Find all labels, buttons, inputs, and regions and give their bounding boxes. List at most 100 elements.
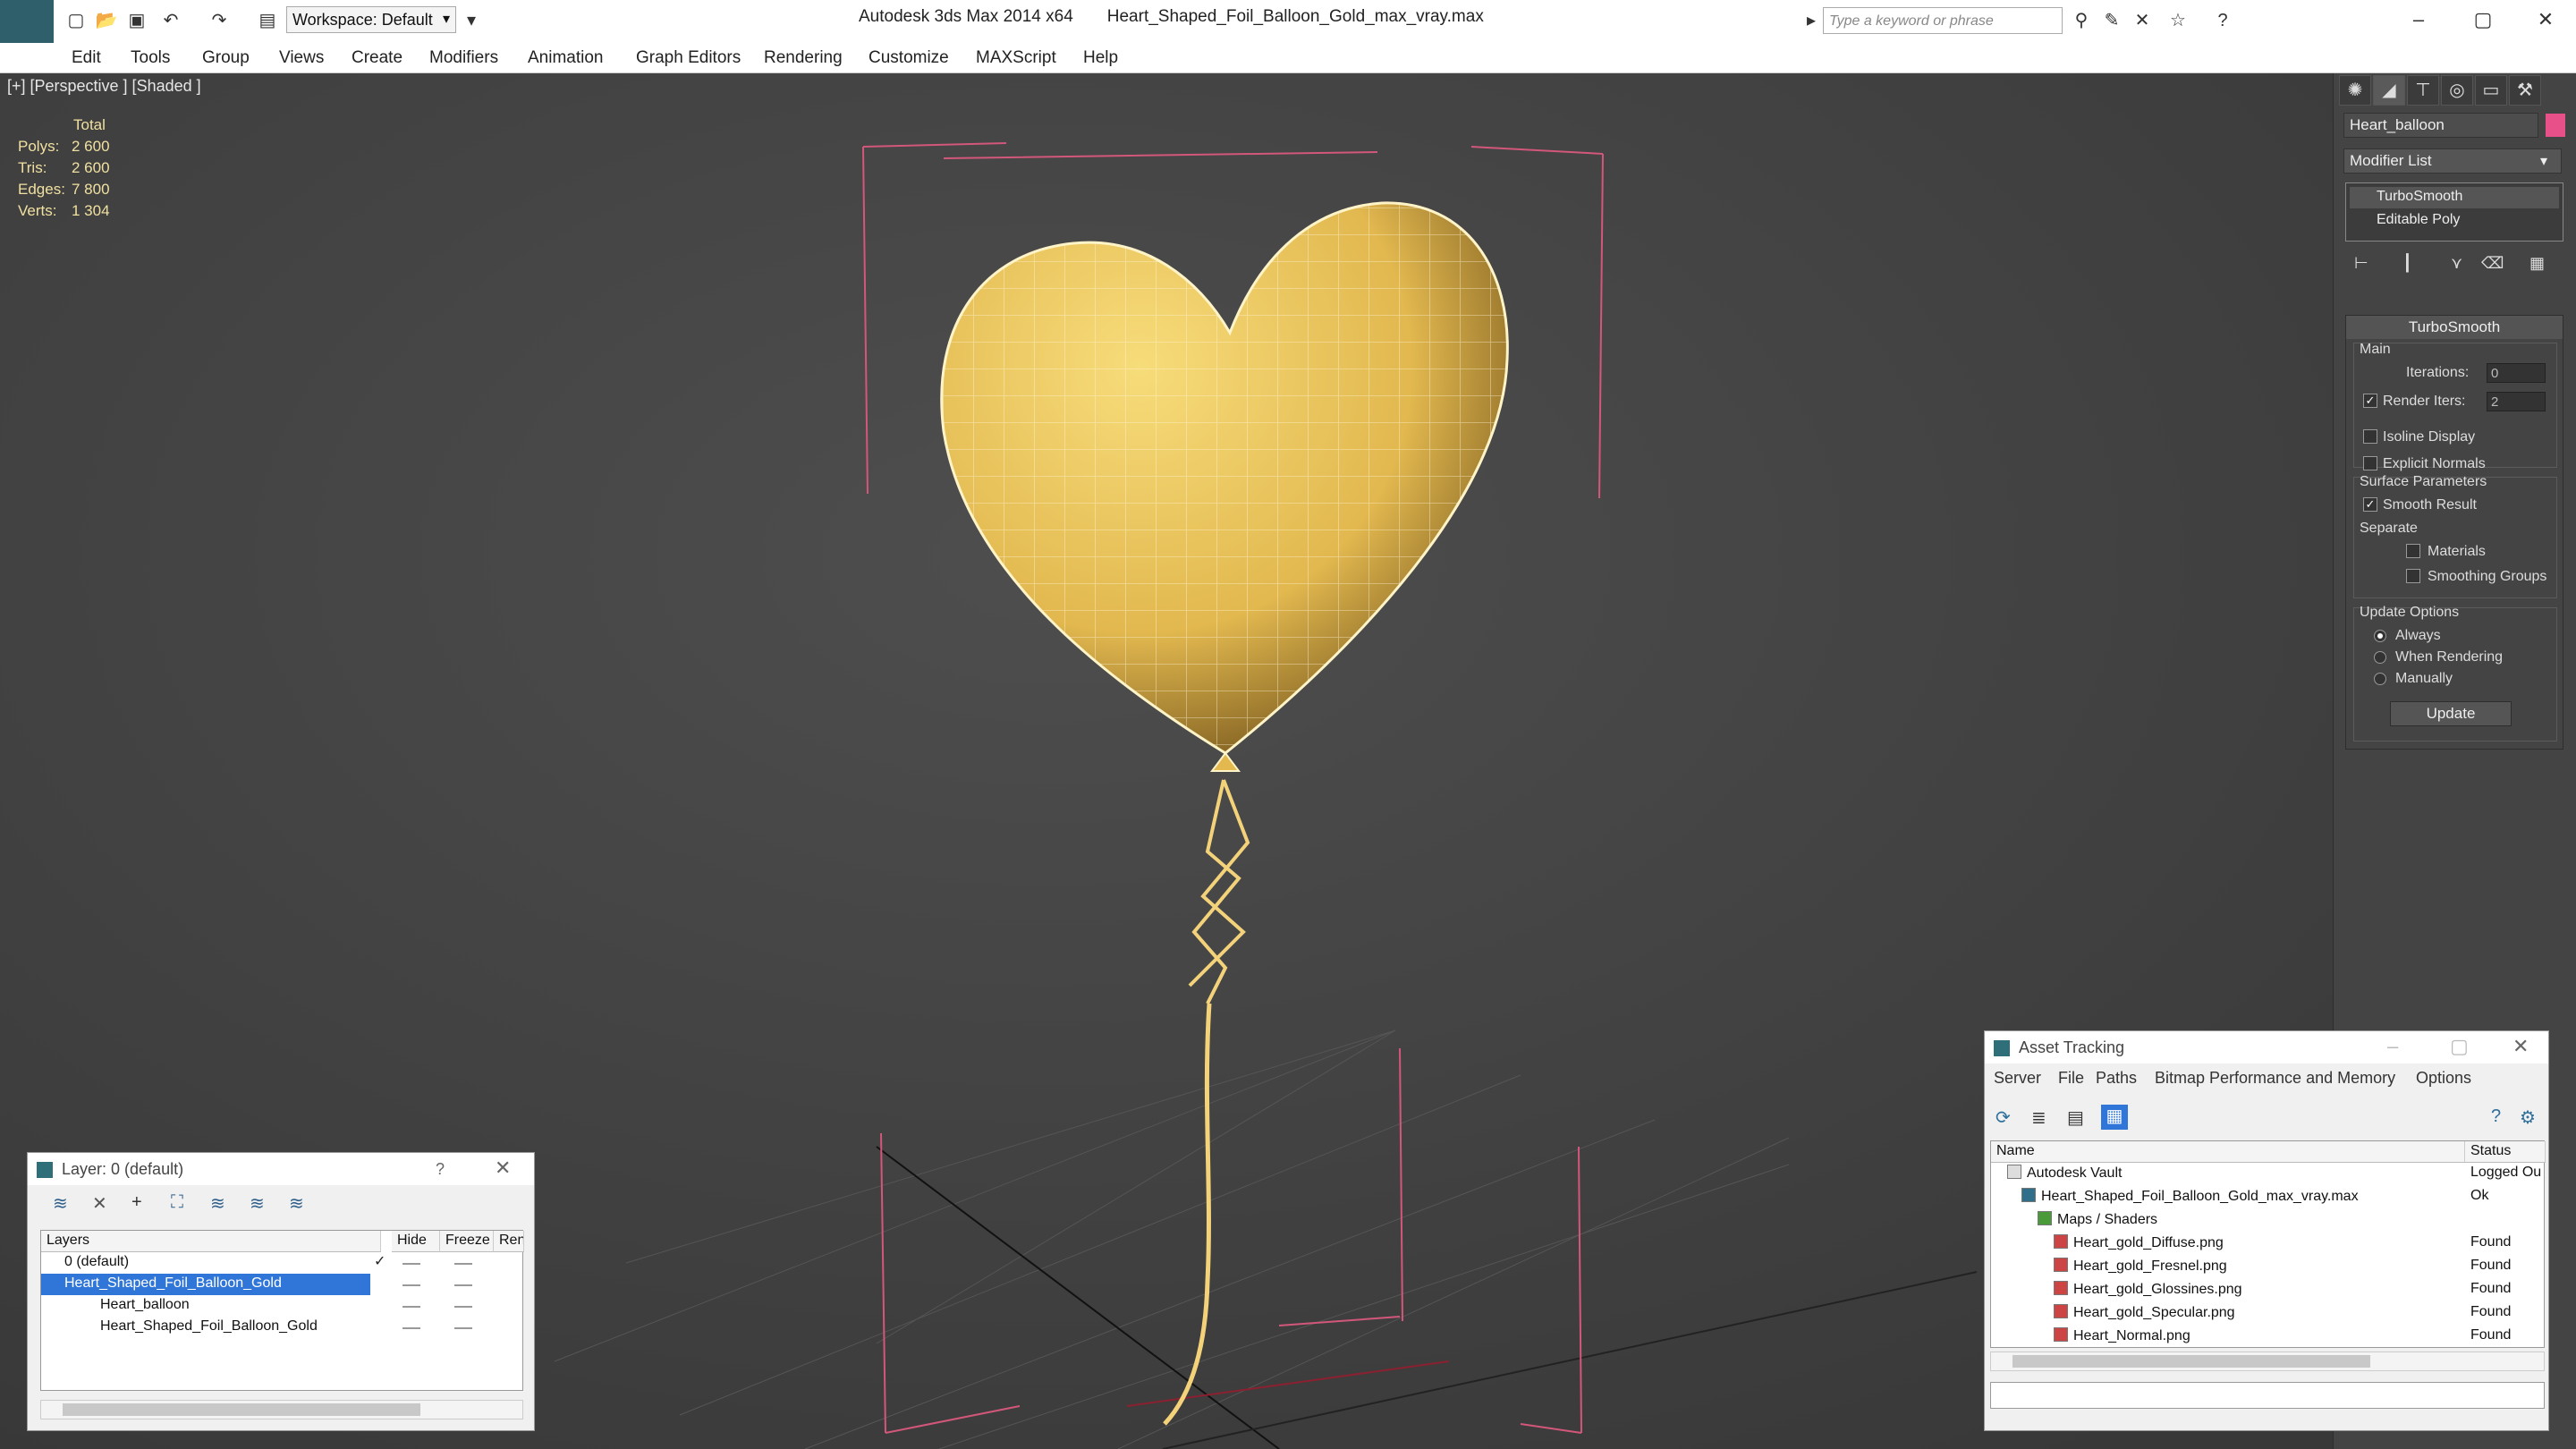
undo-icon[interactable]: ↶ <box>159 9 182 32</box>
object-name-field[interactable]: Heart_balloon <box>2343 113 2538 138</box>
rollout-header[interactable]: TurboSmooth <box>2346 316 2563 339</box>
menu-paths[interactable]: Paths <box>2096 1069 2137 1088</box>
menu-options[interactable]: Options <box>2416 1069 2471 1088</box>
menu-rendering[interactable]: Rendering <box>764 48 843 68</box>
asset-row[interactable]: Heart_gold_Fresnel.png Found <box>1991 1256 2546 1277</box>
motion-tab-icon[interactable]: ◎ <box>2441 75 2473 106</box>
project-folder-icon[interactable]: ▤ <box>256 9 279 32</box>
delete-layer-icon[interactable]: ✕ <box>92 1192 107 1215</box>
save-icon[interactable]: ▣ <box>125 9 148 32</box>
stack-item-editable-poly[interactable]: Editable Poly <box>2350 210 2559 232</box>
when-rendering-radio[interactable] <box>2374 651 2386 664</box>
grid-view-icon[interactable]: ▦ <box>2101 1105 2128 1130</box>
asset-row[interactable]: Heart_Shaped_Foil_Balloon_Gold_max_vray.… <box>1991 1186 2546 1208</box>
layer-row[interactable]: Heart_balloon <box>41 1295 524 1317</box>
smoothing-groups-checkbox[interactable] <box>2406 569 2420 583</box>
workspace-menu-icon[interactable]: ▾ <box>460 9 483 32</box>
col-freeze[interactable]: Freeze <box>440 1231 494 1252</box>
display-tab-icon[interactable]: ▭ <box>2475 75 2507 106</box>
menu-bitmap-performance[interactable]: Bitmap Performance and Memory <box>2155 1069 2395 1088</box>
stack-item-turbosmooth[interactable]: TurboSmooth <box>2350 187 2559 208</box>
menu-server[interactable]: Server <box>1994 1069 2041 1088</box>
chevron-down-icon[interactable]: ▾ <box>2540 152 2547 170</box>
menu-views[interactable]: Views <box>279 48 324 68</box>
settings-icon[interactable]: ⚙ <box>2520 1106 2536 1129</box>
add-to-layer-icon[interactable]: + <box>131 1192 142 1213</box>
subscription-icon[interactable]: ✎ <box>2100 9 2123 32</box>
hide-all-layers-icon[interactable]: ≋ <box>250 1192 265 1215</box>
binoculars-icon[interactable]: ⚲ <box>2070 9 2093 32</box>
modifier-list-dropdown[interactable]: Modifier List <box>2343 148 2562 174</box>
asset-row[interactable]: Maps / Shaders <box>1991 1209 2546 1231</box>
keyword-search-input[interactable]: Type a keyword or phrase <box>1823 7 2063 34</box>
hierarchy-tab-icon[interactable]: ⊤ <box>2407 75 2439 106</box>
create-layer-icon[interactable]: ≋ <box>53 1192 68 1215</box>
asset-row[interactable]: Heart_gold_Specular.png Found <box>1991 1302 2546 1324</box>
manually-radio[interactable] <box>2374 673 2386 685</box>
close-icon[interactable]: ✕ <box>2512 1035 2529 1058</box>
render-iters-checkbox[interactable]: ✓ <box>2363 394 2377 408</box>
asset-row[interactable]: Heart_gold_Diffuse.png Found <box>1991 1233 2546 1254</box>
modify-tab-icon[interactable]: ◢ <box>2373 75 2405 106</box>
menu-animation[interactable]: Animation <box>528 48 604 68</box>
menu-group[interactable]: Group <box>202 48 250 68</box>
open-file-icon[interactable]: 📂 <box>95 9 118 32</box>
maximize-button[interactable]: ▢ <box>2465 4 2501 36</box>
create-tab-icon[interactable]: ✺ <box>2339 75 2371 106</box>
new-file-icon[interactable]: ▢ <box>64 9 88 32</box>
minimize-button[interactable]: – <box>2401 4 2436 36</box>
menu-edit[interactable]: Edit <box>72 48 101 68</box>
configure-sets-icon[interactable]: ▦ <box>2529 254 2545 273</box>
menu-graph-editors[interactable]: Graph Editors <box>636 48 741 68</box>
layer-dialog-titlebar[interactable]: Layer: 0 (default) ? ✕ <box>28 1153 534 1185</box>
menu-tools[interactable]: Tools <box>131 48 170 68</box>
asset-row[interactable]: Heart_Normal.png Found <box>1991 1326 2546 1347</box>
render-iters-spinner[interactable]: 2 <box>2487 392 2546 411</box>
col-hide[interactable]: Hide <box>392 1231 440 1252</box>
make-unique-icon[interactable]: ⋎ <box>2451 254 2462 273</box>
help-icon[interactable]: ? <box>2211 9 2234 32</box>
horizontal-scrollbar[interactable] <box>40 1400 523 1419</box>
layer-row[interactable]: Heart_Shaped_Foil_Balloon_Gold <box>41 1274 370 1295</box>
minimize-icon[interactable]: – <box>2387 1035 2398 1058</box>
col-status[interactable]: Status <box>2465 1141 2546 1163</box>
app-logo-icon[interactable] <box>0 0 54 43</box>
menu-maxscript[interactable]: MAXScript <box>976 48 1056 68</box>
asset-row[interactable]: Heart_gold_Glossines.png Found <box>1991 1279 2546 1301</box>
always-radio[interactable] <box>2374 630 2386 642</box>
materials-checkbox[interactable] <box>2406 544 2420 558</box>
close-icon[interactable]: ✕ <box>495 1157 511 1180</box>
communication-icon[interactable]: ✕ <box>2131 9 2154 32</box>
isoline-display-checkbox[interactable] <box>2363 429 2377 444</box>
smooth-result-checkbox[interactable]: ✓ <box>2363 497 2377 512</box>
menu-modifiers[interactable]: Modifiers <box>429 48 498 68</box>
freeze-all-layers-icon[interactable]: ≋ <box>289 1192 304 1215</box>
list-view-icon[interactable]: ≣ <box>2031 1106 2046 1129</box>
layer-row[interactable]: Heart_Shaped_Foil_Balloon_Gold <box>41 1317 524 1338</box>
update-button[interactable]: Update <box>2390 701 2512 726</box>
show-end-result-icon[interactable]: ┃ <box>2402 254 2412 273</box>
asset-row[interactable]: Autodesk Vault Logged Ou <box>1991 1163 2546 1184</box>
explicit-normals-checkbox[interactable] <box>2363 456 2377 470</box>
layer-row[interactable]: 0 (default) ✓ <box>41 1252 524 1274</box>
modifier-stack[interactable]: TurboSmooth Editable Poly <box>2345 182 2563 242</box>
select-objects-icon[interactable]: ⛶ <box>171 1192 183 1213</box>
close-button[interactable]: ✕ <box>2528 4 2563 36</box>
maximize-icon[interactable]: ▢ <box>2450 1035 2469 1058</box>
favorites-star-icon[interactable]: ☆ <box>2166 9 2190 32</box>
help-icon[interactable]: ? <box>436 1160 445 1179</box>
remove-modifier-icon[interactable]: ⌫ <box>2481 254 2504 273</box>
pin-stack-icon[interactable]: ⊢ <box>2354 254 2368 273</box>
highlight-layer-icon[interactable]: ≋ <box>210 1192 225 1215</box>
utilities-tab-icon[interactable]: ⚒ <box>2509 75 2541 106</box>
asset-path-field[interactable] <box>1990 1382 2545 1409</box>
search-expand-icon[interactable]: ▸ <box>1800 9 1823 32</box>
col-name[interactable]: Name <box>1991 1141 2465 1163</box>
menu-file[interactable]: File <box>2058 1069 2084 1088</box>
object-color-swatch[interactable] <box>2546 114 2565 137</box>
workspace-dropdown[interactable]: Workspace: Default <box>286 6 456 33</box>
horizontal-scrollbar[interactable] <box>1990 1352 2545 1371</box>
menu-help[interactable]: Help <box>1083 48 1118 68</box>
iterations-spinner[interactable]: 0 <box>2487 363 2546 383</box>
col-layers[interactable]: Layers <box>41 1231 381 1252</box>
